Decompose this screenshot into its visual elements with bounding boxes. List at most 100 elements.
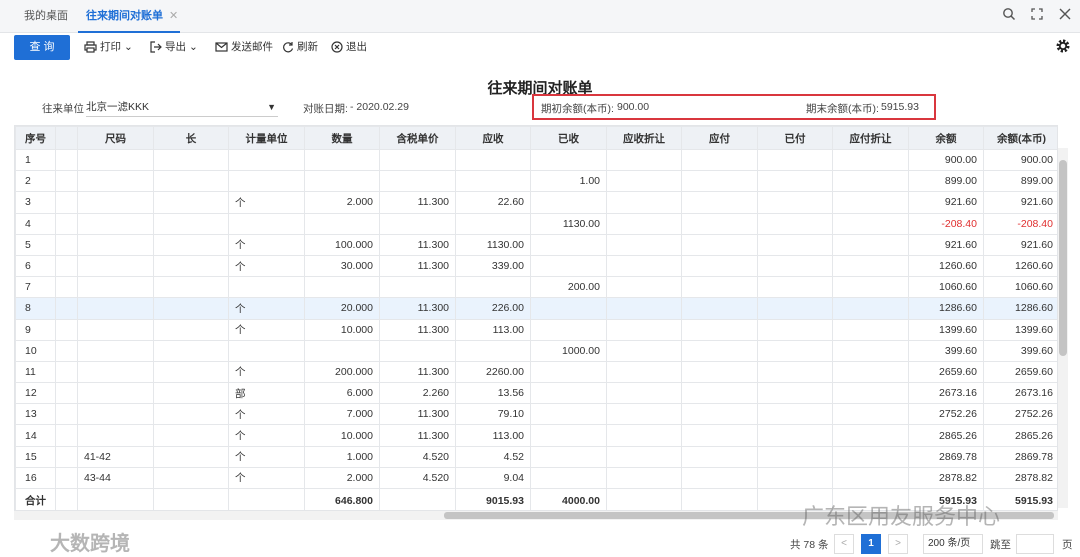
table-row[interactable]: 11 个 200.000 11.300 2260.00 2659.60 2659.60 (15, 360, 1057, 384)
send-email-button[interactable]: 发送邮件 (215, 36, 273, 58)
table-cell: -208.40 (908, 212, 984, 235)
tab-home[interactable]: 我的桌面 (24, 0, 68, 33)
table-cell: 11.300 (379, 233, 456, 256)
table-cell: 个 (228, 424, 305, 447)
column-header[interactable]: 计量单位 (228, 126, 305, 150)
column-header[interactable]: 余额(本币) (983, 126, 1057, 150)
table-cell: 2865.26 (908, 424, 984, 447)
column-header[interactable]: 应付 (681, 126, 758, 150)
table-cell: 11.300 (379, 191, 456, 214)
table-cell (757, 276, 833, 299)
jump-page-input[interactable] (1016, 534, 1054, 554)
table-cell: 个 (228, 191, 305, 214)
table-cell: 2260.00 (455, 360, 531, 384)
table-cell (832, 382, 909, 405)
query-button[interactable]: 查 询 (14, 35, 70, 60)
column-header[interactable] (55, 126, 78, 150)
table-row[interactable]: 3 个 2.000 11.300 22.60 921.60 921.60 (15, 191, 1057, 214)
column-header[interactable]: 序号 (15, 126, 56, 150)
table-row[interactable]: 15 41-42 个 1.000 4.520 4.52 2869.78 2869.78 (15, 445, 1057, 468)
column-header[interactable]: 余额 (908, 126, 984, 150)
unit-select[interactable]: 北京一滤KKK ▼ (86, 97, 278, 117)
total-cell (681, 488, 758, 510)
table-cell (681, 297, 758, 320)
gear-icon[interactable] (1054, 37, 1072, 55)
table-cell (530, 191, 607, 214)
refresh-label: 刷新 (297, 41, 318, 53)
table-row[interactable]: 7 200.00 1060.60 1060.60 (15, 276, 1057, 299)
prev-page-button[interactable]: < (834, 534, 854, 554)
table-cell (832, 148, 909, 172)
exit-button[interactable]: 退出 (331, 36, 367, 58)
table-cell (681, 254, 758, 278)
total-cell (606, 488, 682, 510)
table-cell: 1060.60 (983, 276, 1057, 299)
closing-balance-label: 期末余额(本币): (806, 103, 879, 115)
total-cell: 9015.93 (455, 488, 531, 510)
table-cell (681, 148, 758, 172)
table-cell (757, 297, 833, 320)
search-icon[interactable] (1000, 5, 1018, 27)
table-cell: 20.000 (304, 297, 380, 320)
table-row[interactable]: 16 43-44 个 2.000 4.520 9.04 2878.82 2878.82 (15, 466, 1057, 490)
table-cell (681, 382, 758, 405)
table-cell: 2.000 (304, 466, 380, 490)
column-header[interactable]: 已收 (530, 126, 607, 150)
table-row[interactable]: 8 个 20.000 11.300 226.00 1286.60 1286.60 (15, 297, 1057, 320)
unit-label: 往来单位 (42, 103, 84, 115)
total-cell: 合计 (15, 488, 56, 510)
table-row[interactable]: 13 个 7.000 11.300 79.10 2752.26 2752.26 (15, 403, 1057, 426)
date-value: - 2020.02.29 (350, 101, 409, 113)
table-cell: 921.60 (908, 233, 984, 256)
table-row[interactable]: 2 1.00 899.00 899.00 (15, 170, 1057, 193)
table-cell (77, 318, 154, 341)
export-button[interactable]: 导出 ⌄ (150, 36, 198, 58)
table-row[interactable]: 6 个 30.000 11.300 339.00 1260.60 1260.60 (15, 254, 1057, 278)
table-cell (153, 466, 229, 490)
table-row[interactable]: 14 个 10.000 11.300 113.00 2865.26 2865.26 (15, 424, 1057, 447)
close-window-icon[interactable] (1056, 5, 1074, 27)
table-cell (55, 360, 78, 384)
column-header[interactable]: 已付 (757, 126, 833, 150)
table-cell (832, 170, 909, 193)
table-cell: 11.300 (379, 360, 456, 384)
table-cell: 个 (228, 318, 305, 341)
table-cell (77, 382, 154, 405)
column-header[interactable]: 应收折让 (606, 126, 682, 150)
table-cell: 10.000 (304, 318, 380, 341)
column-header[interactable]: 应收 (455, 126, 531, 150)
table-cell (153, 212, 229, 235)
table-cell (55, 297, 78, 320)
column-header[interactable]: 含税单价 (379, 126, 456, 150)
exit-circle-icon (331, 41, 343, 53)
table-row[interactable]: 1 900.00 900.00 (15, 148, 1057, 172)
column-header[interactable]: 数量 (304, 126, 380, 150)
tab-close-icon[interactable]: ✕ (169, 10, 178, 22)
print-button[interactable]: 打印 ⌄ (84, 36, 133, 58)
table-cell (379, 339, 456, 362)
table-cell (606, 339, 682, 362)
vertical-scroll-thumb[interactable] (1059, 160, 1067, 356)
current-page-button[interactable]: 1 (861, 534, 881, 554)
table-cell (681, 466, 758, 490)
table-cell: 个 (228, 403, 305, 426)
refresh-button[interactable]: 刷新 (282, 36, 318, 58)
column-header[interactable]: 应付折让 (832, 126, 909, 150)
table-row[interactable]: 4 1130.00 -208.40 -208.40 (15, 212, 1057, 235)
column-header[interactable]: 长 (153, 126, 229, 150)
table-row[interactable]: 12 部 6.000 2.260 13.56 2673.16 2673.16 (15, 382, 1057, 405)
chevron-down-icon: ▼ (267, 102, 276, 112)
table-cell: 2878.82 (908, 466, 984, 490)
table-cell (832, 403, 909, 426)
tab-statement[interactable]: 往来期间对账单 ✕ (78, 0, 180, 33)
fullscreen-icon[interactable] (1028, 5, 1046, 27)
vertical-scrollbar[interactable] (1058, 148, 1068, 508)
table-row[interactable]: 10 1000.00 399.60 399.60 (15, 339, 1057, 362)
column-header[interactable]: 尺码 (77, 126, 154, 150)
next-page-button[interactable]: > (888, 534, 908, 554)
table-cell (153, 276, 229, 299)
page-size-select[interactable]: 200 条/页 (923, 534, 983, 554)
table-cell (55, 445, 78, 468)
table-row[interactable]: 9 个 10.000 11.300 113.00 1399.60 1399.60 (15, 318, 1057, 341)
table-row[interactable]: 5 个 100.000 11.300 1130.00 921.60 921.60 (15, 233, 1057, 256)
